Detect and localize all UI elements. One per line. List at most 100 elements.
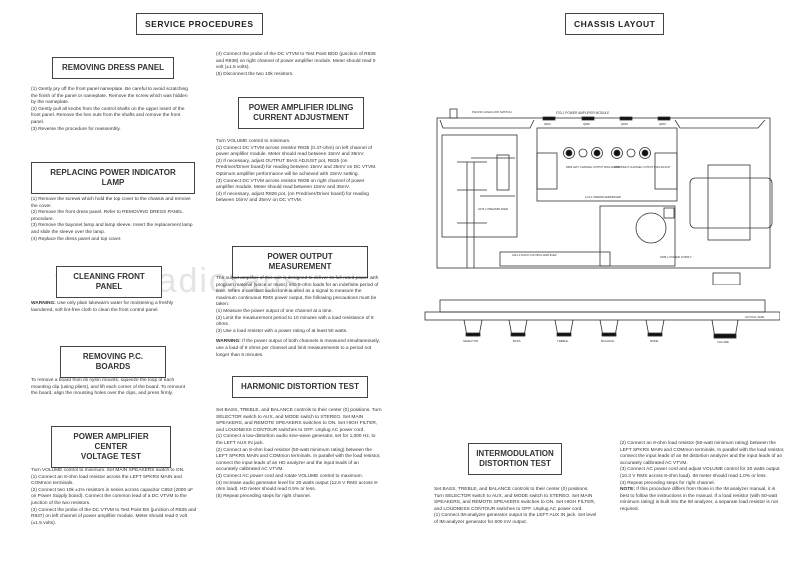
knob-bass <box>508 319 528 337</box>
heading-cleaning-front-panel: CLEANING FRONT PANEL <box>56 266 162 298</box>
right-bias-label: R826 RIGHT CHANNEL OUTPUT BIAS ADJUST <box>614 165 671 169</box>
idling-step-1: (1) Connect DC VTVM across resistor R835… <box>216 145 372 158</box>
idling-text: Turn VOLUME control to minimum. (1) Conn… <box>216 139 382 205</box>
intermod-step-1: (1) Connect IM-analyzer generator output… <box>434 513 597 525</box>
knob-label-bass: BASS <box>513 339 521 343</box>
knob-treble <box>554 319 574 337</box>
preamplifier-label: 2276-1 PREAMPLIFIER <box>478 207 508 211</box>
intermod-text: Set BASS, TREBLE, and BALANCE controls t… <box>434 487 599 527</box>
phono-switch <box>449 108 458 119</box>
harmonic-step-3: (3) Connect AC power cord and rotate VOL… <box>216 473 363 479</box>
heading-line-2: DISTORTION TEST <box>479 459 551 468</box>
harmonic-intro: Set BASS, TREBLE, and BALANCE controls t… <box>216 408 382 433</box>
warning-label: WARNING: <box>31 301 56 306</box>
knob-selector <box>463 319 483 337</box>
heading-power-amplifier-idling-current-adjustment: POWER AMPLIFIER IDLING CURRENT ADJUSTMEN… <box>238 97 364 129</box>
chassis-layout-diagram: PHONO HIGH/LOW SWITCH F20-1 POWER AMPLIF… <box>436 108 773 285</box>
heading-line-1: INTERMODULATION <box>476 449 554 458</box>
knob-label-selector: SELECTOR <box>463 339 478 343</box>
right-heatsink <box>674 119 766 129</box>
intermod-step-3: (3) Connect AC power cord and adjust VOL… <box>620 467 780 479</box>
heading-line-2: VOLTAGE TEST <box>80 452 142 461</box>
bias-pot-right <box>626 148 636 158</box>
heading-intermodulation-distortion-test: INTERMODULATION DISTORTION TEST <box>468 443 562 475</box>
audio-control-label: 2241-1 AUDIO CONTROL AMPLIFIER <box>512 253 557 257</box>
dress-panel-step-1: (1) Gently pry off the front panel namep… <box>31 87 188 106</box>
pc-boards-text: To remove a board from its nylon mounts,… <box>31 378 189 398</box>
transistor-q801 <box>542 116 556 121</box>
indicator-lamp-step-4: (4) Replace the dress panel and top cove… <box>31 236 122 242</box>
center-voltage-continued-text: (4) Connect the probe of the DC VTVM to … <box>216 52 378 78</box>
indicator-lamp-step-2: (2) Remove the front dress panel. Refer … <box>31 210 183 222</box>
dress-panel-text: (1) Gently pry off the front panel namep… <box>31 87 193 133</box>
dress-panel-step-3: (3) Reverse the procedure for reassembly… <box>31 126 121 132</box>
note-label: NOTE: <box>620 487 635 493</box>
heading-line-1: POWER AMPLIFIER IDLING <box>248 103 354 112</box>
chassis-layout-title: CHASSIS LAYOUT <box>565 13 665 35</box>
preamp-ic <box>496 154 510 191</box>
power-output-step-3: (3) Use a load resistor with a power rat… <box>216 328 348 334</box>
harmonic-step-5: (5) Repeat preceding steps for right cha… <box>216 493 311 499</box>
power-supply-board <box>663 207 675 219</box>
harmonic-text: Set BASS, TREBLE, and BALANCE controls t… <box>216 408 382 500</box>
q804-label: Q804 <box>659 122 666 126</box>
intermod-step-2: (2) Connect an 8-ohm load resistor (50-w… <box>620 441 785 466</box>
power-output-warning-text: If the power output of both channels is … <box>216 339 380 358</box>
filter-capacitor <box>635 212 667 244</box>
center-voltage-step-5: (5) Disconnect the two 10k resistors. <box>216 71 294 77</box>
idling-step-2: (2) If necessary, adjust OUTPUT BIAS ADJ… <box>216 158 377 177</box>
transistor-q804 <box>657 116 671 121</box>
knob-label-treble: TREBLE <box>557 339 568 343</box>
q803-label: Q803 <box>621 122 628 126</box>
intermod-note-text: If this procedure differs from those in … <box>620 487 778 512</box>
power-output-step-2: (2) Limit the measurement period to 10 m… <box>216 315 374 328</box>
center-voltage-text: Turn VOLUME control to minimum. Set MAIN… <box>31 468 197 527</box>
predriver-label: LC2-1 PREDRIVER/DRIVER <box>585 195 621 199</box>
power-output-intro: The output amplifier of this unit is des… <box>216 276 379 308</box>
harmonic-step-4: (4) Increase audio generator level for 2… <box>216 480 379 493</box>
center-voltage-step-3: (3) Connect the probe of the DC VTVM to … <box>31 507 197 526</box>
intermod-intro: Set BASS, TREBLE, and BALANCE controls t… <box>434 487 596 512</box>
transistor-q802 <box>581 116 595 121</box>
knob-label-mode: MODE <box>650 339 659 343</box>
dress-panel-step-2: (2) Gently pull all knobs from the contr… <box>31 106 185 125</box>
front-panel-diagram: SELECTOR BASS TREBLE BALANCE MODE VOLUME… <box>424 299 780 344</box>
heading-line-1: POWER AMPLIFIER CENTER <box>73 432 149 451</box>
power-output-text: The output amplifier of this unit is des… <box>216 276 382 359</box>
left-heatsink <box>439 119 535 129</box>
phono-switch-label: PHONO HIGH/LOW SWITCH <box>472 110 512 114</box>
q802-label: Q802 <box>583 122 590 126</box>
center-voltage-step-4: (4) Connect the probe of the DC VTVM to … <box>216 52 376 71</box>
predriver-board <box>536 127 678 202</box>
preamplifier-board <box>441 134 518 238</box>
knob-volume <box>711 319 739 339</box>
heading-line-2: CURRENT ADJUSTMENT <box>253 113 349 122</box>
actual-size-label: ACTUAL SIZE <box>745 315 764 319</box>
volume-pot <box>712 272 741 285</box>
center-voltage-step-1: (1) Connect an 8-ohm load resistor acros… <box>31 474 182 487</box>
pc-boards-paragraph: To remove a board from its nylon mounts,… <box>31 378 186 397</box>
q801-label: Q801 <box>544 122 551 126</box>
cleaning-text: WARNING: Use only plain lukewarm water f… <box>31 301 196 314</box>
heading-power-amplifier-center-voltage-test: POWER AMPLIFIER CENTER VOLTAGE TEST <box>51 426 171 468</box>
center-voltage-intro: Turn VOLUME control to minimum. Set MAIN… <box>31 468 185 473</box>
knob-mode <box>645 319 665 337</box>
intermod-continued-text: (2) Connect an 8-ohm load resistor (50-w… <box>620 441 785 514</box>
knob-label-volume: VOLUME <box>717 340 729 344</box>
idling-step-4: (4) If necessary, adjust R826 pot, (on P… <box>216 191 369 204</box>
bias-pot-left <box>578 148 588 158</box>
power-supply-label: 2395-1 POWER SUPPLY <box>660 255 692 259</box>
knob-label-balance: BALANCE <box>601 339 614 343</box>
service-procedures-title: SERVICE PROCEDURES <box>136 13 263 35</box>
indicator-lamp-step-3: (3) Remove the bayonet lamp and lamp sle… <box>31 223 193 235</box>
transformer-outer <box>689 177 773 229</box>
indicator-lamp-text: (1) Remove the screws which hold the top… <box>31 197 194 243</box>
front-panel <box>424 311 780 321</box>
power-amp-module-label: F20-1 POWER AMPLIFIER MODULE <box>556 111 609 115</box>
harmonic-step-2: (2) Connect an 8-ohm load resistor (50-w… <box>216 447 381 473</box>
heading-harmonic-distortion-test: HARMONIC DISTORTION TEST <box>232 376 368 398</box>
idling-step-3: (3) Connect DC VTVM across resistor R836… <box>216 178 365 191</box>
harmonic-step-1: (1) Connect a low-distortion audio sine-… <box>216 434 376 446</box>
chassis-outline <box>436 117 771 269</box>
left-bias-label: R825 LEFT CHANNEL OUTPUT BIAS ADJUST <box>566 165 621 169</box>
